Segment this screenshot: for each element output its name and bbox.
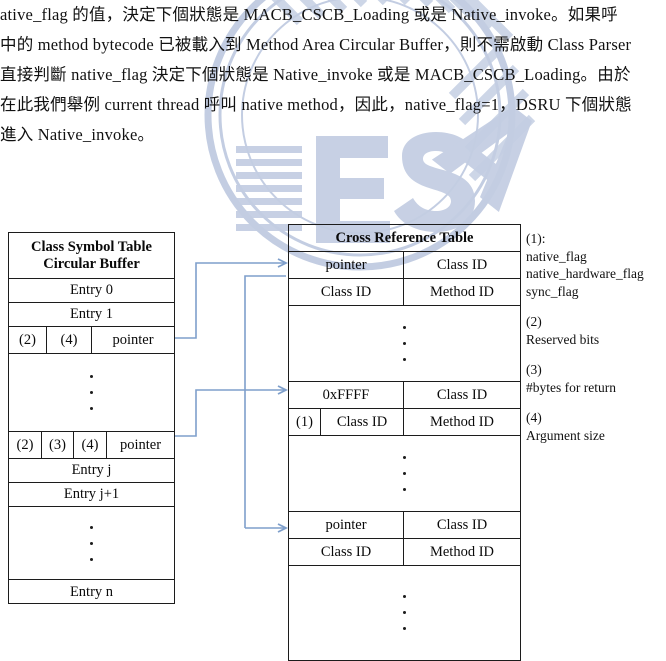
table-row-ellipsis: [289, 436, 520, 512]
table-row-ellipsis: [289, 306, 520, 382]
ellipsis-dot-icon: [403, 627, 406, 630]
body-text-line: 中的 method bytecode 已被載入到 Method Area Cir…: [0, 35, 632, 54]
table-row: Entry 1: [9, 303, 174, 327]
legend-group: (4) Argument size: [526, 409, 666, 444]
ellipsis-dot-icon: [403, 488, 406, 491]
xref-class-id: Class ID: [289, 539, 404, 565]
legend-item: native_hardware_flag: [526, 266, 644, 281]
table-row-triple: (1) Class ID Method ID: [289, 409, 520, 436]
table-row-pair: pointer Class ID: [289, 512, 520, 539]
body-text-line: 進入 Native_invoke。: [0, 125, 155, 144]
table-row-ellipsis: [289, 566, 520, 659]
table-row-pair: Class ID Method ID: [289, 279, 520, 306]
legend-item: Reserved bits: [526, 331, 600, 347]
table-row: Entry j+1: [9, 483, 174, 507]
field-bytes-for-return: (3): [42, 432, 74, 458]
body-text-line: ative_flag 的值，決定下個狀態是 MACB_CSCB_Loading …: [0, 5, 618, 24]
xref-method-id: Method ID: [429, 543, 495, 560]
legend-item: #bytes for return: [526, 379, 616, 395]
table-row-split: (2) (3) (4) pointer: [9, 432, 174, 459]
ellipsis-dot-icon: [403, 358, 406, 361]
xref-method-id: Method ID: [429, 413, 495, 430]
legend-group: (1): native_flag native_hardware_flag sy…: [526, 230, 666, 300]
legend-group: (2) Reserved bits: [526, 313, 666, 348]
field-pointer: pointer: [112, 331, 154, 348]
ellipsis-dot-icon: [90, 525, 93, 529]
xref-method-id: Method ID: [429, 283, 495, 300]
table-row-ellipsis: [9, 507, 174, 580]
xref-class-id: Class ID: [436, 386, 488, 403]
table-row: Entry 0: [9, 279, 174, 303]
connector-path-3: [175, 389, 284, 437]
body-text-line: 在此我們舉例 current thread 呼叫 native method，因…: [0, 95, 632, 114]
connector-path-1: [175, 262, 284, 339]
ellipsis-dot-icon: [403, 456, 406, 459]
cross-reference-table: Cross Reference Table pointer Class ID C…: [288, 224, 521, 661]
left-table-header-line1: Class Symbol Table: [31, 238, 152, 255]
table-row-ellipsis: [9, 354, 174, 432]
body-text-line: 直接判斷 native_flag 決定下個狀態是 Native_invoke 或…: [0, 65, 631, 84]
class-symbol-table-circular-buffer: Class Symbol Table Circular Buffer Entry…: [8, 232, 175, 604]
table-row-pair: pointer Class ID: [289, 252, 520, 279]
xref-flag-marker: (1): [289, 409, 321, 435]
legend-marker: (4): [526, 410, 542, 425]
legend-item: sync_flag: [526, 283, 579, 299]
arrowhead-3: [277, 523, 289, 533]
ellipsis-dot-icon: [403, 326, 406, 329]
ellipsis-dot-icon: [403, 472, 406, 475]
legend-marker: (3): [526, 362, 542, 377]
legend-item: native_flag: [526, 248, 587, 264]
field-argument-size: (4): [74, 432, 107, 458]
body-text-block: ative_flag 的值，決定下個狀態是 MACB_CSCB_Loading …: [0, 0, 666, 150]
ellipsis-dot-icon: [403, 342, 406, 345]
legend-block: (1): native_flag native_hardware_flag sy…: [526, 230, 666, 457]
entry-label: Entry 1: [69, 306, 114, 323]
right-table-header: Cross Reference Table: [289, 225, 520, 252]
arrowhead-1: [277, 258, 289, 268]
field-pointer: pointer: [119, 436, 162, 453]
entry-label: Entry j+1: [63, 486, 120, 503]
xref-pointer: pointer: [289, 512, 404, 538]
ellipsis-dot-icon: [90, 557, 93, 561]
table-row: Entry n: [9, 580, 174, 604]
ellipsis-dot-icon: [90, 541, 93, 545]
ellipsis-dot-icon: [403, 595, 406, 598]
entry-label: Entry 0: [69, 282, 114, 299]
legend-group: (3) #bytes for return: [526, 361, 666, 396]
xref-class-id: Class ID: [321, 409, 404, 435]
xref-class-id: Class ID: [289, 279, 404, 305]
xref-terminator: 0xFFFF: [289, 382, 404, 408]
arrowhead-2: [277, 385, 289, 395]
xref-pointer: pointer: [289, 252, 404, 278]
field-reserved-bits: (2): [9, 432, 42, 458]
table-row-pair: Class ID Method ID: [289, 539, 520, 566]
entry-label: Entry j: [71, 462, 112, 479]
right-table-header-label: Cross Reference Table: [335, 229, 474, 246]
legend-marker: (2): [526, 314, 542, 329]
legend-marker: (1):: [526, 231, 546, 246]
ellipsis-dot-icon: [90, 375, 93, 378]
ellipsis-dot-icon: [90, 407, 93, 410]
xref-class-id: Class ID: [436, 256, 488, 273]
xref-class-id: Class ID: [436, 516, 488, 533]
connector-path-2: [244, 275, 286, 528]
field-argument-size: (4): [47, 327, 92, 353]
legend-item: Argument size: [526, 427, 605, 443]
field-reserved-bits: (2): [9, 327, 47, 353]
ellipsis-dot-icon: [90, 391, 93, 394]
left-table-header: Class Symbol Table Circular Buffer: [9, 233, 174, 279]
table-row-split: (2) (4) pointer: [9, 327, 174, 354]
left-table-header-line2: Circular Buffer: [43, 255, 140, 272]
table-row: Entry j: [9, 459, 174, 483]
ellipsis-dot-icon: [403, 611, 406, 614]
architecture-diagram: Class Symbol Table Circular Buffer Entry…: [0, 218, 666, 661]
entry-label: Entry n: [69, 583, 114, 600]
table-row-pair: 0xFFFF Class ID: [289, 382, 520, 409]
